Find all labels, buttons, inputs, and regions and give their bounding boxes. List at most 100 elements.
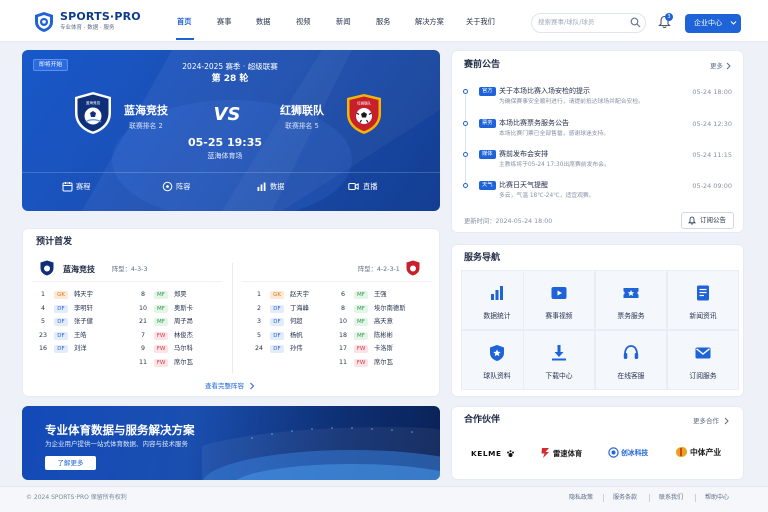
player-number: 10 bbox=[138, 304, 147, 312]
bar-chart-icon bbox=[491, 286, 503, 300]
timeline-dot bbox=[463, 121, 468, 126]
player-name[interactable]: 何超 bbox=[290, 318, 303, 326]
nav-news[interactable]: 新闻 bbox=[336, 17, 350, 26]
player-name[interactable]: 高天意 bbox=[374, 318, 393, 326]
video-camera-icon bbox=[348, 183, 359, 190]
brand-name[interactable]: SPORTS·PRO bbox=[60, 11, 141, 23]
nav-events[interactable]: 赛事 bbox=[217, 17, 231, 26]
player-number: 11 bbox=[338, 359, 347, 366]
player-name[interactable]: 赵天宇 bbox=[290, 291, 309, 299]
hero-link-lineup[interactable]: 阵容 bbox=[176, 182, 190, 191]
nav-home[interactable]: 首页 bbox=[177, 17, 191, 26]
nav-solutions[interactable]: 解决方案 bbox=[415, 17, 444, 26]
home-team-crest[interactable]: 蓝海竞技 bbox=[74, 91, 112, 135]
player-name[interactable]: 马尔科 bbox=[174, 345, 193, 353]
notification-badge: 3 bbox=[665, 13, 673, 21]
nav-data[interactable]: 数据 bbox=[256, 17, 270, 26]
banner-title: 专业体育数据与服务解决方案 bbox=[45, 423, 195, 437]
player-position-badge: FW bbox=[354, 359, 368, 367]
notice-title[interactable]: 赛前发布会安排 bbox=[499, 150, 548, 159]
player-name[interactable]: 王皓 bbox=[74, 332, 87, 340]
player-name[interactable]: 奥斯卡 bbox=[174, 305, 193, 313]
away-team-name[interactable]: 红狮联队 bbox=[266, 104, 338, 117]
player-name[interactable]: 张子健 bbox=[74, 318, 93, 326]
notice-title[interactable]: 比赛日天气提醒 bbox=[499, 181, 548, 190]
partner-logo-zhongti[interactable]: 中体产业 bbox=[690, 448, 721, 457]
footer-link-terms[interactable]: 服务条款 bbox=[613, 494, 637, 502]
view-full-lineup-link[interactable]: 查看完整阵容 bbox=[205, 382, 244, 390]
player-name[interactable]: 席尔瓦 bbox=[374, 359, 393, 367]
lineup-header-rule bbox=[32, 281, 222, 282]
player-position-badge: DF bbox=[270, 331, 284, 340]
notice-summary: 主教练将于05-24 17:30出席赛前发布会。 bbox=[499, 162, 610, 168]
learn-more-button[interactable]: 了解更多 bbox=[45, 456, 96, 470]
player-position-badge: DF bbox=[54, 318, 68, 327]
player-name[interactable]: 林俊杰 bbox=[174, 332, 193, 340]
nav-about[interactable]: 关于我们 bbox=[466, 17, 495, 26]
footer-link-privacy[interactable]: 隐私政策 bbox=[569, 494, 593, 502]
away-team-mini-crest bbox=[406, 260, 420, 276]
player-name[interactable]: 丁海峰 bbox=[290, 305, 309, 313]
notice-updated-time: 更新时间：2024-05-24 18:00 bbox=[464, 218, 553, 225]
brand-logo-icon[interactable] bbox=[34, 11, 54, 33]
player-name[interactable]: 李明轩 bbox=[74, 305, 93, 313]
chevron-right-icon bbox=[726, 62, 731, 70]
player-number: 6 bbox=[340, 291, 345, 298]
lineup-home-name[interactable]: 蓝海竞技 bbox=[63, 265, 95, 275]
player-position-badge: FW bbox=[154, 359, 168, 367]
notice-date: 05-24 11:15 bbox=[692, 151, 732, 159]
player-name[interactable]: 杨帆 bbox=[290, 332, 303, 340]
player-name[interactable]: 郑昊 bbox=[174, 291, 187, 299]
player-number: 21 bbox=[138, 318, 147, 326]
player-position-badge: MF bbox=[154, 291, 168, 299]
player-number: 10 bbox=[338, 318, 347, 326]
notice-more-link[interactable]: 更多 bbox=[710, 62, 723, 70]
notice-summary: 为确保赛事安全顺利进行，请提前抵达球场并配合安检。 bbox=[499, 99, 644, 105]
notice-title[interactable]: 本场比赛票务服务公告 bbox=[499, 119, 569, 128]
news-icon bbox=[697, 285, 709, 301]
player-number: 4 bbox=[40, 304, 45, 312]
search-icon[interactable] bbox=[630, 17, 641, 28]
player-number: 5 bbox=[40, 318, 45, 326]
season-label: 2024-2025 赛季 · 超级联赛 bbox=[182, 62, 278, 71]
player-number: 1 bbox=[40, 291, 45, 298]
footer-link-help[interactable]: 帮助中心 bbox=[705, 494, 729, 502]
active-nav-indicator bbox=[176, 38, 194, 40]
footer-link-contact[interactable]: 联系我们 bbox=[659, 494, 683, 502]
player-name[interactable]: 卡洛斯 bbox=[374, 345, 393, 353]
zhongti-logo-icon bbox=[676, 447, 687, 457]
hero-link-schedule[interactable]: 赛程 bbox=[76, 182, 90, 191]
player-name[interactable]: 周子昂 bbox=[174, 318, 193, 326]
chevron-down-icon bbox=[730, 21, 737, 25]
player-name[interactable]: 埃尔南德斯 bbox=[374, 305, 405, 313]
home-team-name[interactable]: 蓝海竞技 bbox=[110, 104, 182, 117]
player-name[interactable]: 王强 bbox=[374, 291, 387, 299]
player-name[interactable]: 陈彬彬 bbox=[374, 332, 393, 340]
away-crest-text: 红狮联队 bbox=[357, 101, 371, 106]
partner-more-link[interactable]: 更多合作 bbox=[693, 417, 719, 425]
player-number: 8 bbox=[340, 304, 345, 312]
player-position-badge: MF bbox=[354, 318, 368, 327]
nav-video[interactable]: 视频 bbox=[296, 17, 310, 26]
hero-link-data[interactable]: 数据 bbox=[270, 182, 284, 191]
partner-logo-kelme[interactable]: KELME bbox=[471, 449, 502, 458]
match-venue: 蓝海体育场 bbox=[207, 152, 243, 160]
partner-logo-chuangbing[interactable]: 创冰科技 bbox=[621, 449, 648, 458]
home-team-rank: 联赛排名 2 bbox=[129, 122, 163, 130]
player-name[interactable]: 席尔瓦 bbox=[174, 359, 193, 367]
hero-divider bbox=[22, 172, 440, 173]
notice-tag: 票务 bbox=[479, 119, 496, 128]
notice-title[interactable]: 关于本场比赛入场安检的提示 bbox=[499, 87, 590, 96]
player-name[interactable]: 韩天宇 bbox=[74, 291, 93, 299]
partner-logo-leisu[interactable]: 雷速体育 bbox=[553, 449, 582, 458]
service-label: 新闻资讯 bbox=[689, 312, 717, 320]
chevron-right-icon bbox=[724, 417, 729, 425]
player-number: 2 bbox=[256, 304, 261, 312]
away-team-crest[interactable]: 红狮联队 bbox=[346, 93, 382, 135]
player-name[interactable]: 孙伟 bbox=[290, 345, 303, 353]
player-name[interactable]: 刘洋 bbox=[74, 345, 87, 353]
notice-date: 05-24 09:00 bbox=[692, 182, 732, 190]
lineup-divider bbox=[232, 263, 233, 373]
nav-services[interactable]: 服务 bbox=[376, 17, 390, 26]
hero-link-live[interactable]: 直播 bbox=[363, 182, 377, 191]
